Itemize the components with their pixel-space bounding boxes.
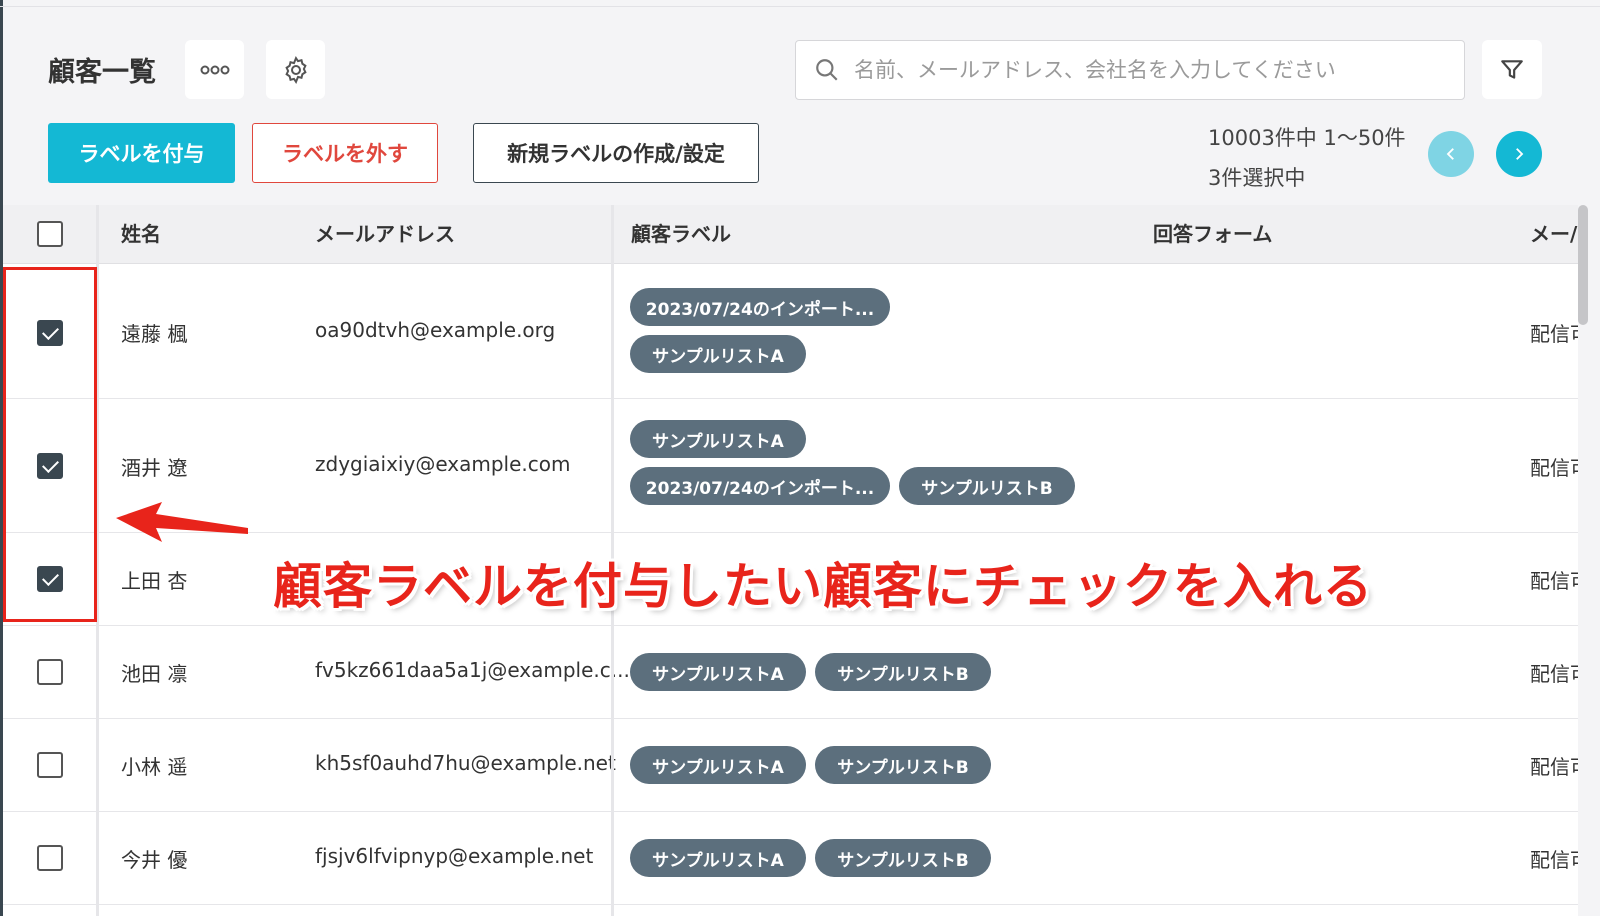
next-page-button[interactable] [1496, 131, 1542, 177]
annotation-text: 顧客ラベルを付与したい顧客にチェックを入れる [273, 558, 1374, 615]
customer-email: fv5kz661daa5a1j@example.c... [315, 658, 630, 682]
filter-icon [1501, 59, 1523, 79]
column-header-mail[interactable]: メー/ [1530, 205, 1577, 264]
customer-name: 今井 優 [121, 848, 188, 872]
customer-label-tag[interactable]: サンプルリストA [630, 746, 806, 784]
row-checkbox[interactable] [37, 752, 63, 778]
delivery-status: 配信可 [1530, 662, 1578, 686]
customer-email: fjsjv6lfvipnyp@example.net [315, 844, 594, 868]
customer-label-tag[interactable]: 2023/07/24のインポート... [630, 467, 890, 505]
more-button[interactable] [185, 40, 244, 99]
column-header-email[interactable]: メールアドレス [315, 205, 455, 264]
customer-name: 小林 遥 [121, 755, 188, 779]
add-label-button[interactable]: ラベルを付与 [48, 123, 235, 183]
delivery-status: 配信可 [1530, 755, 1578, 779]
top-divider [0, 6, 1600, 7]
more-dots-icon [200, 65, 229, 74]
search-input[interactable] [854, 50, 1464, 90]
delivery-status: 配信可 [1530, 322, 1578, 346]
checkbox-highlight-box [3, 267, 97, 622]
delivery-status: 配信可 [1530, 848, 1578, 872]
row-checkbox[interactable] [37, 659, 63, 685]
new-label-settings-button[interactable]: 新規ラベルの作成/設定 [473, 123, 759, 183]
delivery-status: 配信可 [1530, 456, 1578, 480]
customer-label-tag[interactable]: サンプルリストB [815, 839, 991, 877]
table-header: 姓名 メールアドレス 顧客ラベル 回答フォーム メー/ [3, 205, 1578, 264]
gear-icon [284, 55, 307, 84]
table-row[interactable] [3, 905, 1578, 916]
pagination-info: 10003件中 1〜50件 3件選択中 [1208, 118, 1406, 198]
customer-name: 池田 凛 [121, 662, 188, 686]
customer-label-tag[interactable]: サンプルリストB [815, 746, 991, 784]
filter-button[interactable] [1482, 40, 1542, 99]
customer-label-tag[interactable]: サンプルリストA [630, 420, 806, 458]
delivery-status: 配信可 [1530, 569, 1578, 593]
settings-button[interactable] [266, 40, 325, 99]
selected-count: 3件選択中 [1208, 166, 1306, 190]
table-row[interactable]: 今井 優 fjsjv6lfvipnyp@example.net サンプルリストA… [3, 812, 1578, 905]
customer-email: zdygiaixiy@example.com [315, 452, 571, 476]
customer-name: 酒井 遼 [121, 456, 188, 480]
column-header-labels[interactable]: 顧客ラベル [631, 205, 731, 264]
customer-label-tag[interactable]: サンプルリストB [899, 467, 1075, 505]
customer-email: kh5sf0auhd7hu@example.net [315, 751, 616, 775]
arrow-left-icon [116, 502, 248, 542]
table-scrollbar[interactable] [1578, 205, 1588, 325]
column-header-name[interactable]: 姓名 [121, 205, 161, 264]
chevron-left-icon [1446, 148, 1454, 160]
customer-email: oa90dtvh@example.org [315, 318, 556, 342]
search-icon [816, 59, 838, 81]
chevron-right-icon [1516, 148, 1524, 160]
customer-name: 上田 杏 [121, 569, 188, 593]
customer-name: 遠藤 楓 [121, 322, 188, 346]
select-all-checkbox[interactable] [37, 221, 63, 247]
customer-label-tag[interactable]: サンプルリストA [630, 839, 806, 877]
customer-label-tag[interactable]: サンプルリストA [630, 335, 806, 373]
customer-label-tag[interactable]: サンプルリストB [815, 653, 991, 691]
customer-label-tag[interactable]: サンプルリストA [630, 653, 806, 691]
remove-label-button[interactable]: ラベルを外す [252, 123, 438, 183]
row-checkbox[interactable] [37, 845, 63, 871]
table-row[interactable]: 池田 凛 fv5kz661daa5a1j@example.c... サンプルリス… [3, 626, 1578, 719]
table-row[interactable]: 小林 遥 kh5sf0auhd7hu@example.net サンプルリストA … [3, 719, 1578, 812]
customer-label-tag[interactable]: 2023/07/24のインポート... [630, 288, 890, 326]
page-title: 顧客一覧 [48, 57, 156, 88]
record-count: 10003件中 1〜50件 [1208, 126, 1406, 150]
prev-page-button[interactable] [1428, 131, 1474, 177]
table-row[interactable]: 遠藤 楓 oa90dtvh@example.org 2023/07/24のインポ… [3, 265, 1578, 399]
column-header-form[interactable]: 回答フォーム [1153, 205, 1272, 264]
search-box[interactable] [795, 40, 1465, 100]
